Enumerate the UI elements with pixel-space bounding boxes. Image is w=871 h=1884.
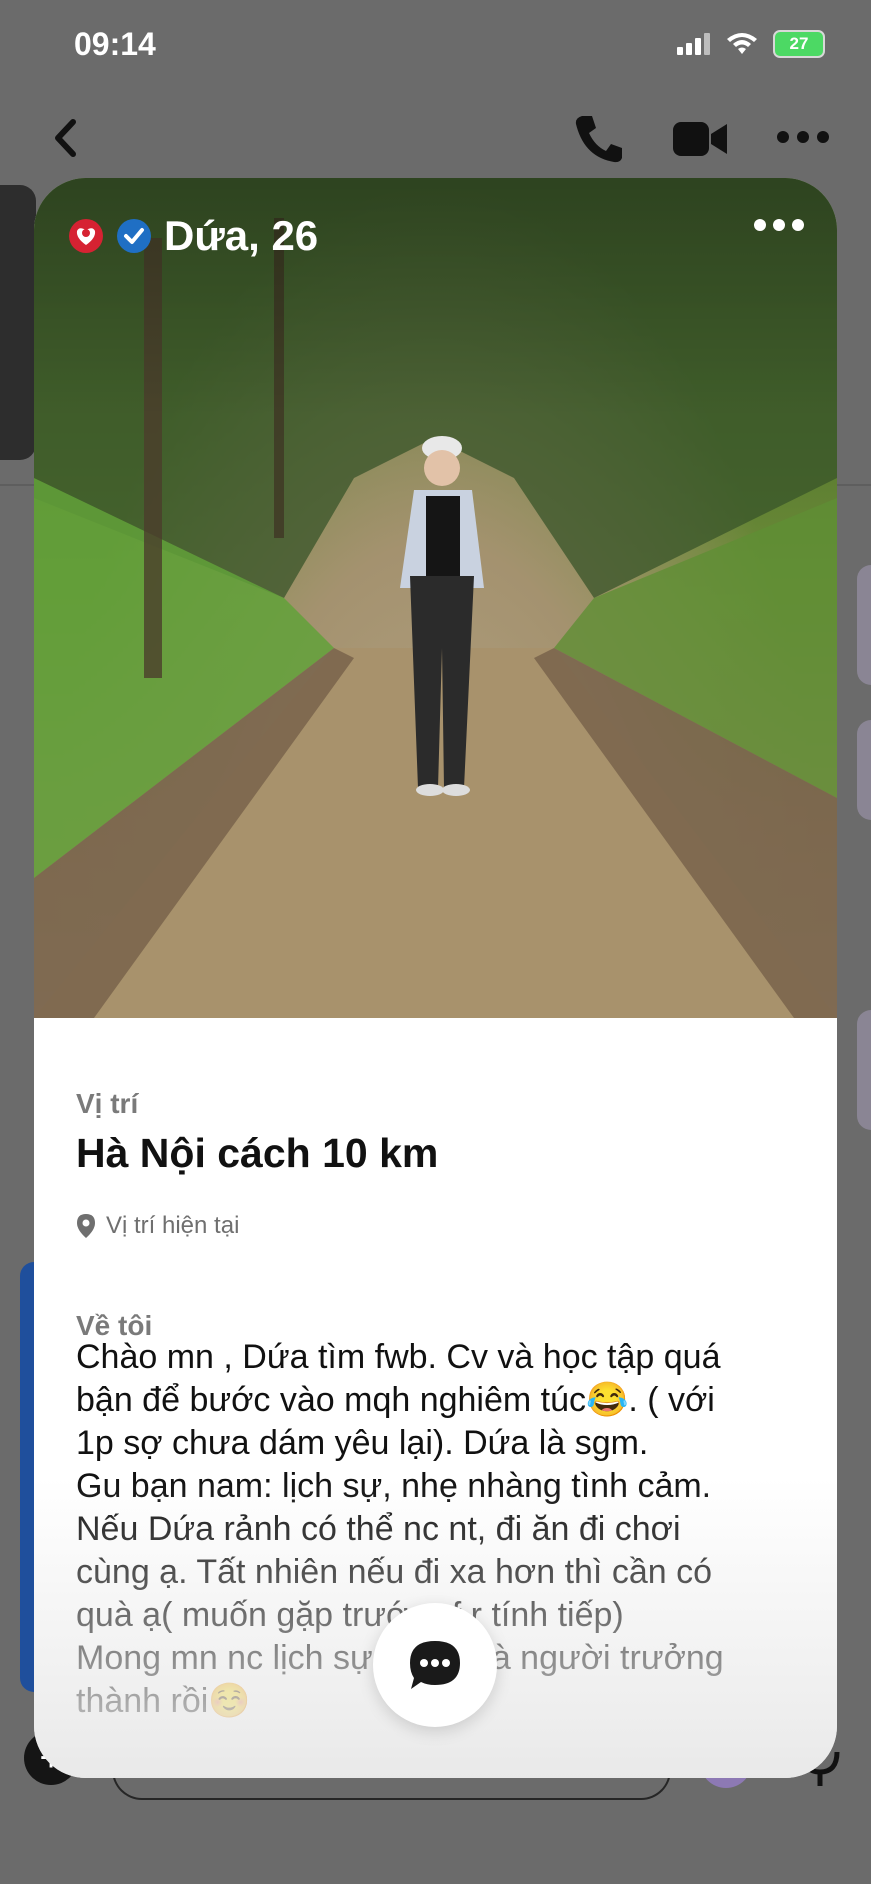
background-message-bubble	[857, 565, 871, 685]
location-value: Hà Nội cách 10 km	[76, 1130, 439, 1176]
location-label: Vị trí	[76, 1088, 139, 1119]
current-location: Vị trí hiện tại	[76, 1212, 239, 1240]
background-avatar	[0, 185, 36, 460]
verified-check-icon	[117, 219, 151, 253]
chevron-left-icon[interactable]	[52, 118, 78, 158]
background-message-bubble	[857, 720, 871, 820]
signal-icon	[677, 33, 710, 55]
profile-more-icon[interactable]	[753, 218, 805, 232]
battery-indicator: 27	[773, 30, 825, 58]
more-dots-icon[interactable]	[776, 130, 830, 144]
chat-button[interactable]	[373, 1603, 497, 1727]
video-camera-icon[interactable]	[673, 120, 727, 158]
wifi-icon	[727, 33, 757, 54]
status-icons: 27	[677, 30, 825, 58]
background-message-bubble	[20, 1262, 34, 1692]
profile-header: Dứa, 26	[68, 212, 318, 260]
battery-level: 27	[789, 34, 809, 53]
status-time: 09:14	[74, 26, 156, 62]
phone-icon[interactable]	[572, 114, 624, 164]
chat-bubble-icon	[410, 1641, 460, 1689]
red-heart-badge-icon	[69, 219, 103, 253]
profile-card[interactable]: Dứa, 26 Vị trí Hà Nội cách 10 km Vị trí …	[34, 178, 837, 1778]
background-message-bubble	[857, 1010, 871, 1130]
location-pin-icon	[77, 1214, 95, 1238]
profile-name-age: Dứa, 26	[164, 212, 319, 259]
profile-photo: Dứa, 26	[34, 178, 837, 1018]
current-location-text: Vị trí hiện tại	[106, 1212, 240, 1239]
